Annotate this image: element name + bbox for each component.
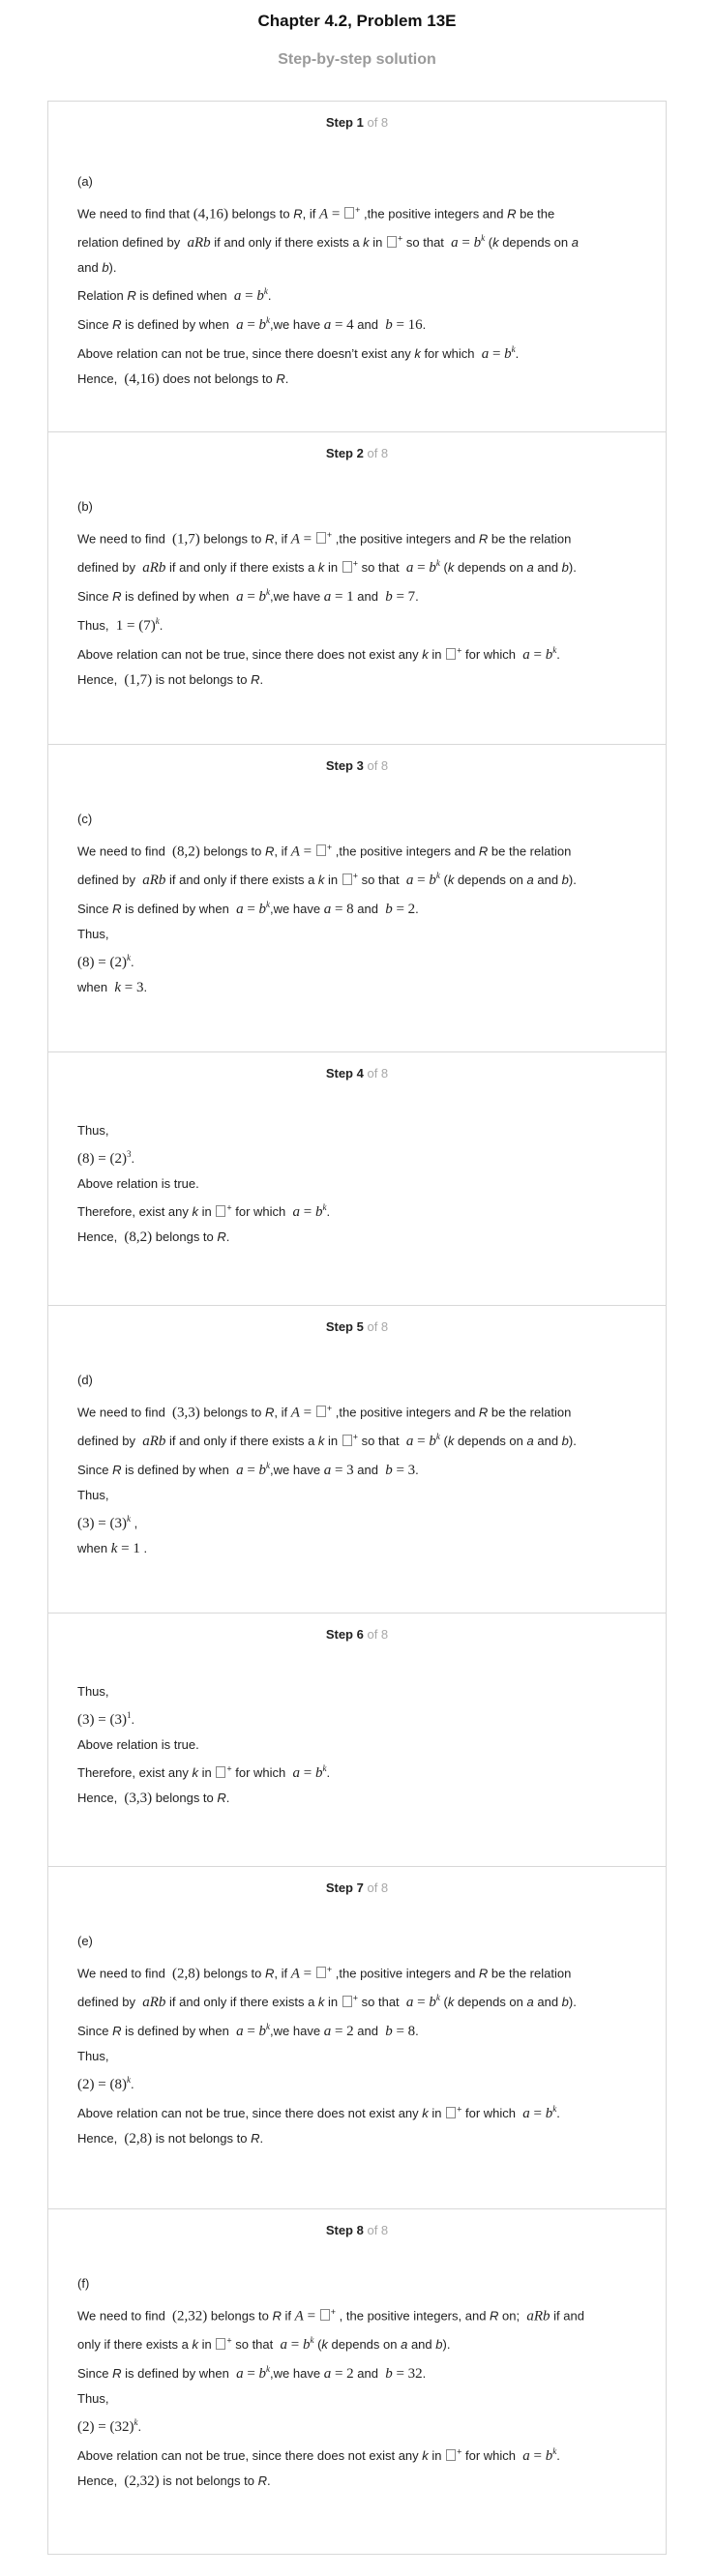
step-5: Step 5 of 8 (d) We need to find (3,3) be… xyxy=(48,1305,666,1613)
step-3: Step 3 of 8 (c) We need to find (8,2) be… xyxy=(48,744,666,1051)
step-heading: Step 4 of 8 xyxy=(325,1066,389,1081)
step-7: Step 7 of 8 (e) We need to find (2,8) be… xyxy=(48,1866,666,2208)
page-header: Chapter 4.2, Problem 13E Step-by-step so… xyxy=(0,0,714,74)
step-body: We need to find (8,2) belongs to R, if A… xyxy=(77,843,577,996)
step-body: We need to find (3,3) belongs to R, if A… xyxy=(77,1404,577,1557)
step-4: Step 4 of 8 Thus, (8) = (2)3. Above rela… xyxy=(48,1051,666,1305)
step-heading: Step 7 of 8 xyxy=(325,1880,389,1895)
solution-steps: Step 1 of 8 (a) We need to find that (4,… xyxy=(47,101,667,2555)
step-heading: Step 3 of 8 xyxy=(325,758,389,773)
part-label: (a) xyxy=(77,174,93,189)
step-heading: Step 6 of 8 xyxy=(325,1627,389,1642)
step-body: We need to find (2,8) belongs to R, if A… xyxy=(77,1965,577,2147)
step-heading: Step 1 of 8 xyxy=(325,115,389,130)
step-body: Thus, (3) = (3)1. Above relation is true… xyxy=(77,1684,331,1806)
step-body: Thus, (8) = (2)3. Above relation is true… xyxy=(77,1123,331,1245)
step-body: We need to find (2,32) belongs to R if A… xyxy=(77,2307,584,2490)
page-title: Chapter 4.2, Problem 13E xyxy=(257,12,457,30)
part-label: (d) xyxy=(77,1373,93,1387)
part-label: (f) xyxy=(77,2276,90,2291)
step-6: Step 6 of 8 Thus, (3) = (3)1. Above rela… xyxy=(48,1613,666,1866)
page-subtitle: Step-by-step solution xyxy=(278,51,436,68)
step-heading: Step 5 of 8 xyxy=(325,1319,389,1334)
part-label: (e) xyxy=(77,1934,93,1948)
step-heading: Step 2 of 8 xyxy=(325,446,389,460)
step-heading: Step 8 of 8 xyxy=(325,2223,389,2237)
part-label: (c) xyxy=(77,812,93,826)
step-1: Step 1 of 8 (a) We need to find that (4,… xyxy=(48,102,666,431)
step-8: Step 8 of 8 (f) We need to find (2,32) b… xyxy=(48,2208,666,2554)
step-body: We need to find that (4,16) belongs to R… xyxy=(77,205,579,388)
step-2: Step 2 of 8 (b) We need to find (1,7) be… xyxy=(48,431,666,744)
step-body: We need to find (1,7) belongs to R, if A… xyxy=(77,530,577,689)
part-label: (b) xyxy=(77,499,93,514)
